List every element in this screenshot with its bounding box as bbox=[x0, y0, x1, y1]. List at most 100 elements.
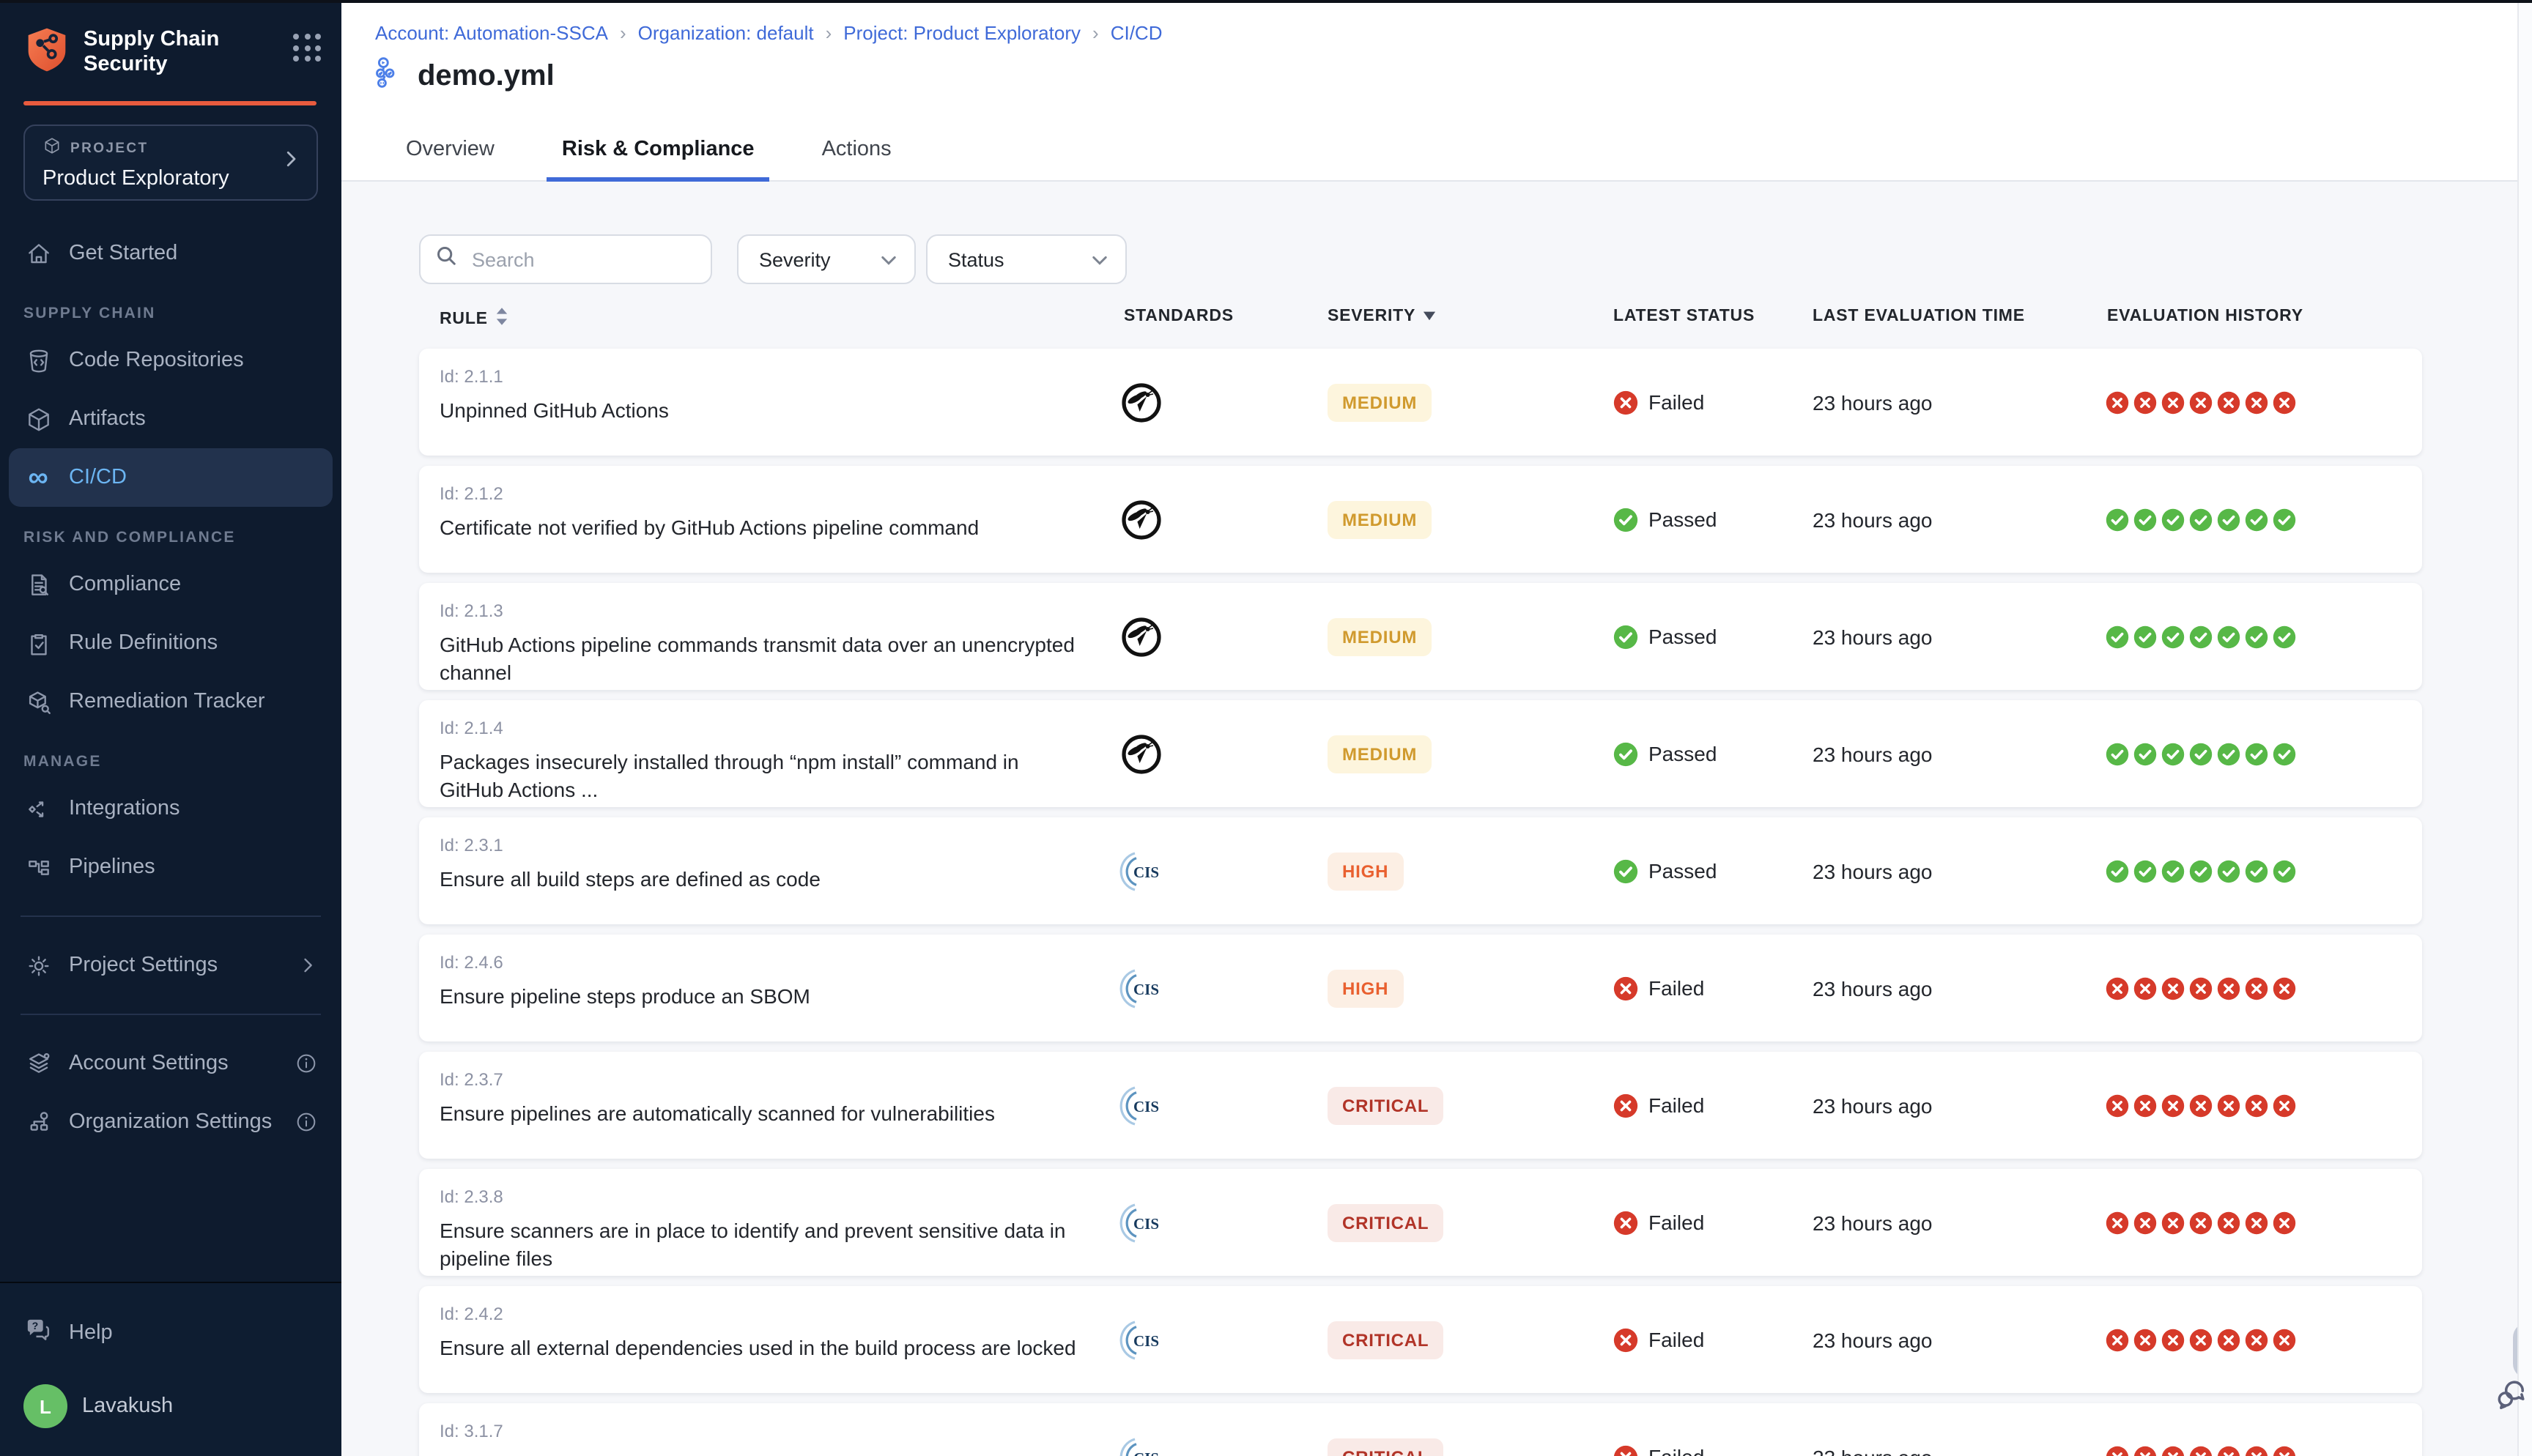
table-row[interactable]: Id: 2.4.2Ensure all external dependencie… bbox=[419, 1286, 2422, 1393]
help-chat-icon: ? bbox=[23, 1315, 53, 1351]
user-menu[interactable]: L Lavakush bbox=[23, 1377, 318, 1435]
sidebar-item-ci-cd[interactable]: ∞CI/CD bbox=[9, 448, 333, 507]
status-failed-icon bbox=[1613, 1210, 1638, 1235]
scrollbar-track[interactable] bbox=[2517, 3, 2532, 1456]
history-pass-icon bbox=[2273, 625, 2296, 648]
project-selector[interactable]: PROJECT Product Exploratory bbox=[23, 125, 318, 201]
sidebar-item-integrations[interactable]: Integrations bbox=[9, 779, 333, 838]
history-pass-icon bbox=[2245, 859, 2268, 883]
sidebar-item-compliance[interactable]: Compliance bbox=[9, 555, 333, 614]
breadcrumb-link[interactable]: Account: Automation-SSCA bbox=[375, 22, 608, 44]
sidebar-item-remediation-tracker[interactable]: Remediation Tracker bbox=[9, 672, 333, 731]
sidebar-item-organization-settings[interactable]: Organization Settings bbox=[9, 1093, 333, 1151]
table-row[interactable]: Id: 2.1.4Packages insecurely installed t… bbox=[419, 700, 2422, 807]
rule-id: Id: 2.1.4 bbox=[440, 718, 503, 738]
supply-chain-security-logo-icon bbox=[23, 25, 70, 82]
module-grid-icon[interactable] bbox=[293, 34, 321, 62]
breadcrumb-separator: › bbox=[826, 22, 832, 44]
status-passed-icon bbox=[1613, 858, 1638, 883]
history-fail-icon bbox=[2273, 1445, 2296, 1456]
sidebar-item-get-started[interactable]: Get Started bbox=[9, 224, 333, 283]
breadcrumb-link[interactable]: Organization: default bbox=[638, 22, 814, 44]
cicd-infinity-icon: ∞ bbox=[23, 463, 53, 492]
tab-overview[interactable]: Overview bbox=[391, 138, 509, 182]
breadcrumb-link[interactable]: CI/CD bbox=[1111, 22, 1163, 44]
column-header-severity[interactable]: SEVERITY bbox=[1328, 308, 1436, 325]
history-pass-icon bbox=[2189, 859, 2213, 883]
table-row[interactable]: Id: 2.1.3GitHub Actions pipeline command… bbox=[419, 583, 2422, 690]
severity-badge: CRITICAL bbox=[1328, 1321, 1443, 1359]
sidebar-item-label: Code Repositories bbox=[69, 349, 244, 372]
sidebar-item-artifacts[interactable]: Artifacts bbox=[9, 390, 333, 448]
rule-id: Id: 2.3.7 bbox=[440, 1069, 503, 1090]
avatar: L bbox=[23, 1384, 67, 1428]
history-pass-icon bbox=[2161, 742, 2185, 765]
sidebar-item-rule-definitions[interactable]: Rule Definitions bbox=[9, 614, 333, 672]
last-evaluation-time: 23 hours ago bbox=[1813, 625, 1932, 648]
account-settings-icon bbox=[23, 1049, 53, 1078]
search-input[interactable] bbox=[469, 247, 734, 272]
history-fail-icon bbox=[2273, 1211, 2296, 1234]
tab-risk-compliance[interactable]: Risk & Compliance bbox=[547, 138, 769, 182]
status-filter-dropdown[interactable]: Status bbox=[926, 234, 1127, 284]
status-label: Failed bbox=[1648, 976, 1704, 1000]
history-fail-icon bbox=[2217, 390, 2240, 414]
table-row[interactable]: Id: 3.1.7CISCRITICALFailed23 hours ago bbox=[419, 1403, 2422, 1456]
history-fail-icon bbox=[2161, 390, 2185, 414]
history-fail-icon bbox=[2106, 1328, 2129, 1351]
sidebar-item-label: Organization Settings bbox=[69, 1110, 272, 1134]
table-row[interactable]: Id: 2.3.1Ensure all build steps are defi… bbox=[419, 817, 2422, 924]
tab-bar: Overview Risk & Compliance Actions bbox=[391, 138, 906, 182]
sidebar-item-code-repositories[interactable]: Code Repositories bbox=[9, 331, 333, 390]
sidebar-item-account-settings[interactable]: Account Settings bbox=[9, 1034, 333, 1093]
history-pass-icon bbox=[2189, 508, 2213, 531]
column-header-rule[interactable]: RULE bbox=[440, 308, 508, 330]
project-name: Product Exploratory bbox=[42, 166, 280, 190]
help-label: Help bbox=[69, 1321, 113, 1345]
page-title: demo.yml bbox=[418, 59, 555, 93]
table-row[interactable]: Id: 2.3.8Ensure scanners are in place to… bbox=[419, 1169, 2422, 1276]
sidebar-item-project-settings[interactable]: Project Settings bbox=[9, 936, 333, 995]
history-fail-icon bbox=[2106, 1445, 2129, 1456]
sidebar-section-label: SUPPLY CHAIN bbox=[23, 305, 318, 322]
table-row[interactable]: Id: 2.3.7 Ensure pipelines are automatica… bbox=[419, 1052, 2422, 1159]
breadcrumb-link[interactable]: Project: Product Exploratory bbox=[843, 22, 1081, 44]
history-pass-icon bbox=[2217, 859, 2240, 883]
history-pass-icon bbox=[2273, 859, 2296, 883]
search-input-wrapper bbox=[419, 234, 712, 284]
status-label: Passed bbox=[1648, 625, 1717, 648]
table-row[interactable]: Id: 2.4.6Ensure pipeline steps produce a… bbox=[419, 935, 2422, 1041]
table-row[interactable]: Id: 2.1.1Unpinned GitHub ActionsMEDIUMFa… bbox=[419, 349, 2422, 456]
chat-support-icon[interactable] bbox=[2494, 1377, 2531, 1421]
rule-id: Id: 2.4.2 bbox=[440, 1304, 503, 1324]
tab-actions[interactable]: Actions bbox=[807, 138, 906, 182]
integrations-icon bbox=[23, 794, 53, 823]
sidebar-item-label: Rule Definitions bbox=[69, 631, 218, 655]
rule-name: Ensure all build steps are defined as co… bbox=[440, 866, 1084, 894]
owasp-icon bbox=[1112, 380, 1171, 424]
table-row[interactable]: Id: 2.1.2Certificate not verified by Git… bbox=[419, 466, 2422, 573]
organization-settings-icon bbox=[23, 1107, 53, 1137]
svg-text:CIS: CIS bbox=[1133, 1449, 1159, 1456]
column-header-standards: STANDARDS bbox=[1124, 308, 1234, 325]
artifacts-icon bbox=[23, 404, 53, 434]
last-evaluation-time: 23 hours ago bbox=[1813, 1093, 1932, 1117]
severity-badge: CRITICAL bbox=[1328, 1086, 1443, 1124]
brand-underline bbox=[23, 101, 316, 105]
sidebar-item-pipelines[interactable]: Pipelines bbox=[9, 838, 333, 896]
severity-badge: MEDIUM bbox=[1328, 383, 1432, 421]
history-pass-icon bbox=[2133, 625, 2157, 648]
rule-id: Id: 2.3.8 bbox=[440, 1186, 503, 1207]
help-button[interactable]: ? Help bbox=[23, 1307, 318, 1359]
severity-filter-dropdown[interactable]: Severity bbox=[737, 234, 916, 284]
sidebar-section-label: MANAGE bbox=[23, 753, 318, 770]
history-pass-icon bbox=[2161, 508, 2185, 531]
history-fail-icon bbox=[2245, 1328, 2268, 1351]
table-header-row: RULESTANDARDSSEVERITYLATEST STATUSLAST E… bbox=[419, 308, 2422, 331]
rule-name: Ensure pipelines are automatically scann… bbox=[440, 1100, 1084, 1128]
severity-filter-label: Severity bbox=[759, 248, 831, 270]
search-icon bbox=[435, 245, 457, 274]
gear-icon bbox=[23, 951, 53, 980]
status-label: Passed bbox=[1648, 508, 1717, 531]
chevron-right-icon bbox=[297, 955, 318, 976]
